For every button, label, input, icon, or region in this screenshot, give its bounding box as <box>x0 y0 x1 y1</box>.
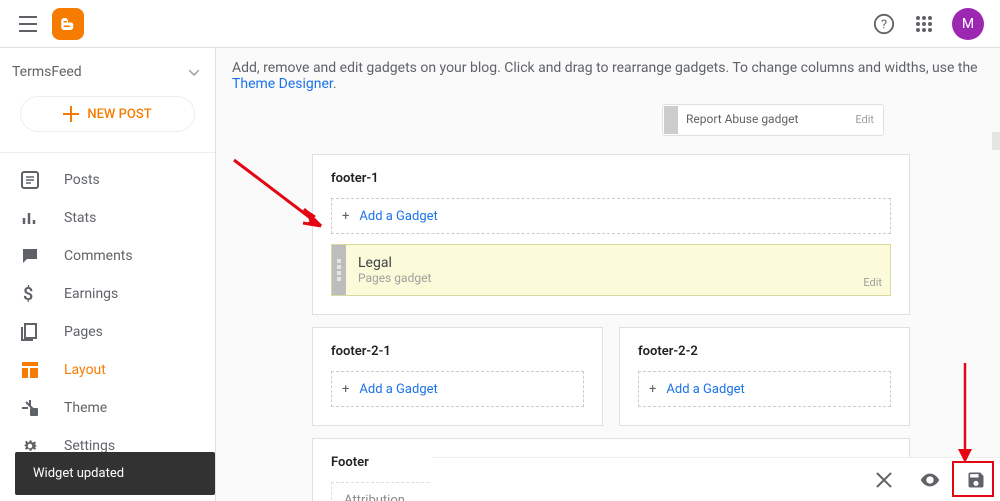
footer-2-2-section: footer-2-2 + Add a Gadget <box>619 327 910 426</box>
sidebar: TermsFeed NEW POST Posts Stats Comments <box>0 48 216 501</box>
toast-text: Widget updated <box>33 466 124 481</box>
app-header: ? M <box>0 0 1000 48</box>
pages-icon <box>20 322 40 342</box>
help-icon[interactable]: ? <box>872 12 896 36</box>
plus-icon: + <box>342 382 349 397</box>
plus-icon: + <box>649 382 656 397</box>
sidebar-item-pages[interactable]: Pages <box>0 313 215 351</box>
sidebar-item-layout[interactable]: Layout <box>0 351 215 389</box>
scroll-indicator[interactable] <box>992 132 1000 150</box>
section-title: footer-1 <box>331 171 891 186</box>
layout-icon <box>20 360 40 380</box>
toast-notification: Widget updated <box>15 452 215 495</box>
sidebar-item-comments[interactable]: Comments <box>0 237 215 275</box>
chevron-down-icon <box>189 64 199 80</box>
edit-link[interactable]: Edit <box>863 276 882 289</box>
drag-handle-icon[interactable] <box>664 106 678 134</box>
new-post-label: NEW POST <box>87 107 151 122</box>
add-gadget-button[interactable]: + Add a Gadget <box>638 371 891 407</box>
close-icon[interactable] <box>872 468 896 492</box>
theme-designer-link[interactable]: Theme Designer <box>232 76 333 92</box>
add-gadget-button[interactable]: + Add a Gadget <box>331 198 891 234</box>
svg-text:?: ? <box>881 17 887 32</box>
sidebar-item-label: Pages <box>64 324 103 340</box>
apps-grid-icon[interactable] <box>912 12 936 36</box>
gadget-subtitle: Pages gadget <box>358 271 878 285</box>
posts-icon <box>20 170 40 190</box>
blogger-logo[interactable] <box>52 8 84 40</box>
main-content: Add, remove and edit gadgets on your blo… <box>216 48 1000 501</box>
bottom-action-bar <box>432 457 1000 501</box>
report-abuse-gadget[interactable]: Report Abuse gadget Edit <box>662 104 884 136</box>
plus-icon: + <box>342 209 349 224</box>
gadget-title: Legal <box>358 255 878 271</box>
legal-gadget[interactable]: Legal Pages gadget Edit <box>331 244 891 296</box>
preview-icon[interactable] <box>918 468 942 492</box>
section-title: footer-2-1 <box>331 344 584 359</box>
sidebar-item-label: Layout <box>64 362 106 378</box>
sidebar-item-label: Earnings <box>64 286 118 302</box>
sidebar-item-label: Stats <box>64 210 96 226</box>
account-avatar[interactable]: M <box>952 8 984 40</box>
sidebar-item-posts[interactable]: Posts <box>0 161 215 199</box>
sidebar-item-stats[interactable]: Stats <box>0 199 215 237</box>
edit-link[interactable]: Edit <box>855 113 874 126</box>
comments-icon <box>20 246 40 266</box>
gadget-label: Report Abuse gadget <box>686 112 798 126</box>
sidebar-item-earnings[interactable]: $ Earnings <box>0 275 215 313</box>
save-icon[interactable] <box>964 468 988 492</box>
blog-selector[interactable]: TermsFeed <box>0 48 215 80</box>
footer-1-section: footer-1 + Add a Gadget Legal Pages gadg… <box>312 154 910 315</box>
section-title: footer-2-2 <box>638 344 891 359</box>
blog-name: TermsFeed <box>12 64 82 80</box>
hamburger-menu-icon[interactable] <box>16 12 40 36</box>
sidebar-item-label: Theme <box>64 400 107 416</box>
drag-handle-icon[interactable] <box>332 245 346 295</box>
layout-instructions: Add, remove and edit gadgets on your blo… <box>216 48 1000 104</box>
stats-icon <box>20 208 40 228</box>
plus-icon <box>63 106 79 122</box>
sidebar-item-label: Comments <box>64 248 133 264</box>
svg-text:$: $ <box>23 285 33 303</box>
footer-2-1-section: footer-2-1 + Add a Gadget <box>312 327 603 426</box>
sidebar-item-theme[interactable]: Theme <box>0 389 215 427</box>
sidebar-item-label: Posts <box>64 172 100 188</box>
earnings-icon: $ <box>20 284 40 304</box>
theme-icon <box>20 398 40 418</box>
add-gadget-button[interactable]: + Add a Gadget <box>331 371 584 407</box>
new-post-button[interactable]: NEW POST <box>20 96 195 132</box>
